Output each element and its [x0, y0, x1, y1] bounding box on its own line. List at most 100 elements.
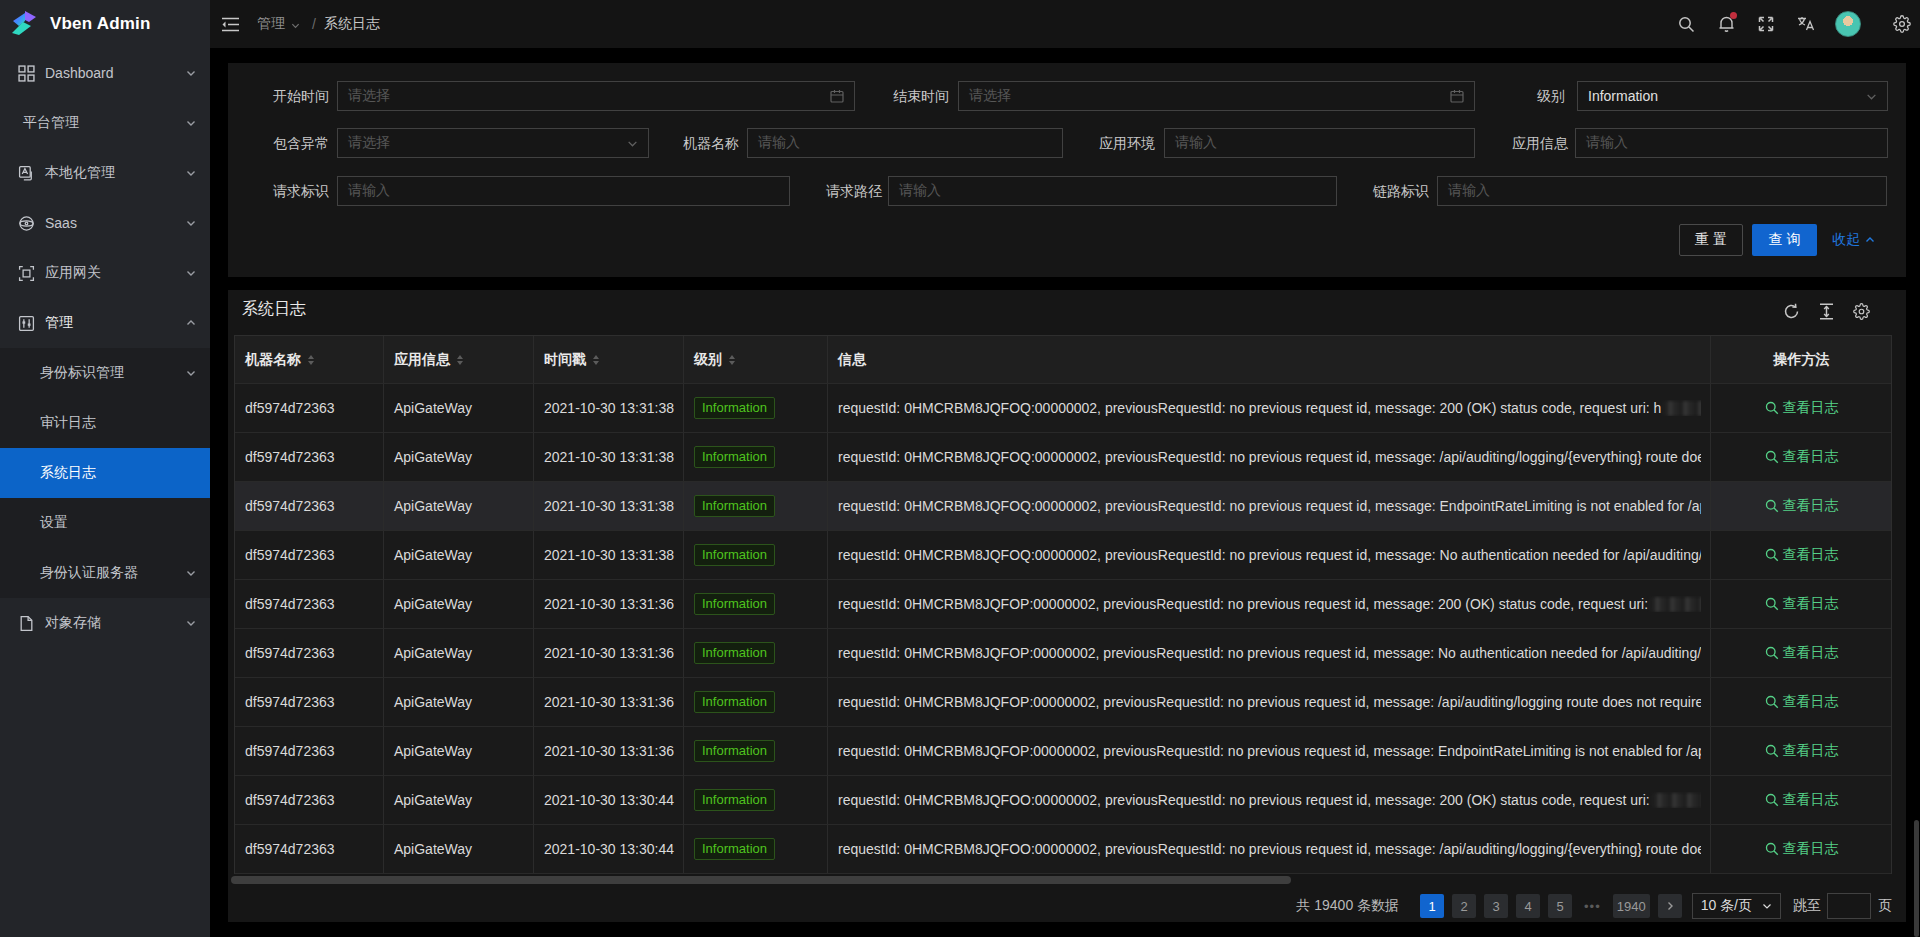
page-button-4[interactable]: 4: [1516, 894, 1540, 918]
table-row[interactable]: df5974d72363 ApiGateWay 2021-10-30 13:30…: [235, 825, 1891, 874]
gateway-icon: [18, 265, 35, 282]
refresh-icon[interactable]: [1783, 303, 1800, 320]
view-log-link[interactable]: 查看日志: [1711, 531, 1891, 579]
log-table: 机器名称 应用信息 时间戳 级别 信息 操作方法 df5974d72363 Ap…: [234, 335, 1892, 874]
placeholder-text: 请选择: [969, 87, 1011, 105]
reset-button[interactable]: 重 置: [1679, 224, 1743, 256]
page-ellipsis[interactable]: •••: [1580, 894, 1605, 918]
notification-bell-icon[interactable]: [1706, 0, 1746, 48]
cell-level: Information: [684, 727, 828, 775]
collapse-link[interactable]: 收起: [1832, 224, 1875, 256]
table-panel: 系统日志 机器名称 应用信息 时间戳 级别 信息 操作方法 df5974d723…: [228, 290, 1906, 922]
sort-icon[interactable]: [729, 355, 735, 365]
cell-message: requestId: 0HMCRBM8JQFOP:00000002, previ…: [828, 580, 1711, 628]
breadcrumb-parent[interactable]: 管理: [257, 15, 285, 33]
trace-id-input[interactable]: 请输入: [1437, 176, 1887, 206]
table-row[interactable]: df5974d72363 ApiGateWay 2021-10-30 13:31…: [235, 580, 1891, 629]
table-row[interactable]: df5974d72363 ApiGateWay 2021-10-30 13:31…: [235, 482, 1891, 531]
cell-message: requestId: 0HMCRBM8JQFOQ:00000002, previ…: [828, 531, 1711, 579]
sidebar-item-label: 对象存储: [45, 614, 101, 632]
cell-machine: df5974d72363: [235, 727, 384, 775]
view-log-link[interactable]: 查看日志: [1711, 629, 1891, 677]
table-row[interactable]: df5974d72363 ApiGateWay 2021-10-30 13:31…: [235, 629, 1891, 678]
page-button-3[interactable]: 3: [1484, 894, 1508, 918]
sidebar-item-audit-log[interactable]: 审计日志: [0, 398, 210, 448]
sidebar-item-localization[interactable]: 本地化管理: [0, 148, 210, 198]
table-settings-gear-icon[interactable]: [1853, 303, 1870, 320]
horizontal-scrollbar[interactable]: [231, 876, 1291, 884]
sidebar-item-settings[interactable]: 设置: [0, 498, 210, 548]
table-row[interactable]: df5974d72363 ApiGateWay 2021-10-30 13:31…: [235, 433, 1891, 482]
chevron-down-icon: [186, 268, 196, 278]
vertical-scrollbar[interactable]: [1914, 820, 1919, 937]
page-button-1[interactable]: 1: [1420, 894, 1444, 918]
cell-message: requestId: 0HMCRBM8JQFOQ:00000002, previ…: [828, 433, 1711, 481]
search-button[interactable]: 查 询: [1752, 224, 1817, 256]
col-header-message: 信息: [828, 336, 1711, 383]
view-log-link[interactable]: 查看日志: [1711, 678, 1891, 726]
settings-gear-icon[interactable]: [1884, 0, 1920, 48]
app-info-input[interactable]: 请输入: [1575, 128, 1888, 158]
table-toolbar: [1783, 303, 1870, 320]
start-time-input[interactable]: 请选择: [337, 81, 855, 111]
calendar-icon: [1450, 89, 1464, 103]
sidebar-item-object-storage[interactable]: 对象存储: [0, 598, 210, 648]
level-badge: Information: [694, 593, 775, 615]
view-log-link[interactable]: 查看日志: [1711, 384, 1891, 432]
vben-logo-icon: [9, 9, 39, 39]
placeholder-text: 请选择: [348, 87, 390, 105]
cell-app: ApiGateWay: [384, 678, 534, 726]
language-icon[interactable]: [1786, 0, 1826, 48]
jump-page-input[interactable]: [1827, 893, 1871, 919]
sort-icon[interactable]: [593, 355, 599, 365]
user-avatar[interactable]: [1826, 0, 1870, 48]
request-path-input[interactable]: 请输入: [888, 176, 1337, 206]
app-env-input[interactable]: 请输入: [1164, 128, 1475, 158]
sidebar-item-saas[interactable]: Saas: [0, 198, 210, 248]
table-row[interactable]: df5974d72363 ApiGateWay 2021-10-30 13:30…: [235, 776, 1891, 825]
end-time-input[interactable]: 请选择: [958, 81, 1475, 111]
cell-app: ApiGateWay: [384, 776, 534, 824]
sidebar-item-system-log[interactable]: 系统日志: [0, 448, 210, 498]
col-header-level[interactable]: 级别: [684, 336, 828, 383]
page-button-last[interactable]: 1940: [1613, 894, 1650, 918]
page-button-2[interactable]: 2: [1452, 894, 1476, 918]
search-icon[interactable]: [1666, 0, 1706, 48]
machine-name-input[interactable]: 请输入: [747, 128, 1063, 158]
level-select[interactable]: Information: [1577, 81, 1888, 111]
menu-fold-icon[interactable]: [222, 17, 239, 32]
settings-box-icon: [18, 315, 35, 332]
table-row[interactable]: df5974d72363 ApiGateWay 2021-10-30 13:31…: [235, 384, 1891, 433]
sort-icon[interactable]: [308, 355, 314, 365]
page-size-select[interactable]: 10 条/页: [1692, 893, 1781, 919]
col-header-timestamp[interactable]: 时间戳: [534, 336, 684, 383]
sidebar-item-dashboard[interactable]: Dashboard: [0, 48, 210, 98]
logo[interactable]: Vben Admin: [0, 0, 210, 48]
view-log-link[interactable]: 查看日志: [1711, 727, 1891, 775]
sidebar-item-platform[interactable]: 平台管理: [0, 98, 210, 148]
field-label-end-time: 结束时间: [874, 81, 949, 111]
sidebar-item-gateway[interactable]: 应用网关: [0, 248, 210, 298]
cell-timestamp: 2021-10-30 13:31:36: [534, 678, 684, 726]
sidebar-item-auth-server[interactable]: 身份认证服务器: [0, 548, 210, 598]
next-page-button[interactable]: [1658, 894, 1682, 918]
view-log-link[interactable]: 查看日志: [1711, 433, 1891, 481]
sidebar-item-identity-mgmt[interactable]: 身份标识管理: [0, 348, 210, 398]
fullscreen-icon[interactable]: [1746, 0, 1786, 48]
view-log-link[interactable]: 查看日志: [1711, 825, 1891, 873]
has-exception-select[interactable]: 请选择: [337, 128, 649, 158]
field-label-request-path: 请求路径: [823, 176, 882, 206]
view-log-link[interactable]: 查看日志: [1711, 482, 1891, 530]
sidebar-item-admin[interactable]: 管理: [0, 298, 210, 348]
table-row[interactable]: df5974d72363 ApiGateWay 2021-10-30 13:31…: [235, 727, 1891, 776]
column-height-icon[interactable]: [1818, 303, 1835, 320]
table-row[interactable]: df5974d72363 ApiGateWay 2021-10-30 13:31…: [235, 531, 1891, 580]
sort-icon[interactable]: [457, 355, 463, 365]
page-button-5[interactable]: 5: [1548, 894, 1572, 918]
table-row[interactable]: df5974d72363 ApiGateWay 2021-10-30 13:31…: [235, 678, 1891, 727]
col-header-machine[interactable]: 机器名称: [235, 336, 384, 383]
col-header-app[interactable]: 应用信息: [384, 336, 534, 383]
view-log-link[interactable]: 查看日志: [1711, 776, 1891, 824]
view-log-link[interactable]: 查看日志: [1711, 580, 1891, 628]
request-id-input[interactable]: 请输入: [337, 176, 790, 206]
